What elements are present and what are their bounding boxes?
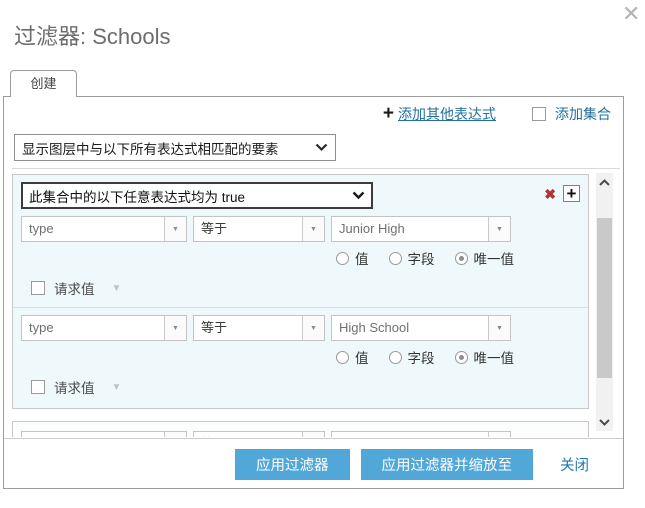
expression-box: category ▼ 等于 ▼ Private ▼ ✖ 值 字段 — [12, 421, 589, 437]
scroll-down-icon[interactable] — [596, 413, 613, 431]
scroll-up-icon[interactable] — [596, 173, 613, 191]
radio-circle-selected — [454, 350, 468, 364]
content-divider — [12, 168, 620, 169]
field-value: category — [22, 432, 164, 437]
operator-select[interactable]: 等于 ▼ — [193, 431, 325, 437]
expand-arrow-icon[interactable]: ▼ — [112, 283, 122, 294]
close-icon[interactable]: ✕ — [622, 2, 640, 26]
add-expression-to-set-icon[interactable]: + — [563, 185, 580, 202]
value-mode-radios: 值 字段 唯一值 — [336, 248, 580, 268]
radio-field[interactable]: 字段 — [388, 347, 435, 367]
expression-divider — [13, 307, 588, 308]
delete-set-icon[interactable]: ✖ — [544, 187, 556, 201]
expression-row: type ▼ 等于 ▼ Junior High ▼ — [21, 216, 580, 242]
expand-arrow-icon[interactable]: ▼ — [112, 382, 122, 393]
ask-for-values-row: 请求值 ▼ — [31, 278, 580, 298]
plus-icon: + — [566, 184, 577, 203]
vertical-scrollbar[interactable] — [596, 173, 613, 431]
field-select[interactable]: type ▼ — [21, 216, 187, 242]
value-select[interactable]: High School ▼ — [331, 315, 511, 341]
ask-for-values-label: 请求值 — [54, 381, 95, 396]
radio-unique-label: 唯一值 — [473, 351, 515, 366]
ask-for-values-label: 请求值 — [54, 282, 95, 297]
add-expression-label: 添加其他表达式 — [398, 106, 496, 122]
value-select[interactable]: Junior High ▼ — [331, 216, 511, 242]
expression-row: type ▼ 等于 ▼ High School ▼ — [21, 315, 580, 341]
value-value: Private — [332, 432, 488, 437]
close-link[interactable]: 关闭 — [560, 454, 589, 475]
operator-select[interactable]: 等于 ▼ — [193, 315, 325, 341]
field-value: type — [29, 320, 54, 335]
operator-select[interactable]: 等于 ▼ — [193, 216, 325, 242]
radio-field-label: 字段 — [407, 351, 435, 366]
radio-value-label: 值 — [355, 351, 369, 366]
radio-unique[interactable]: 唯一值 — [454, 248, 515, 268]
apply-filter-zoom-button[interactable]: 应用过滤器并缩放至 — [360, 448, 533, 480]
radio-circle — [336, 350, 349, 364]
add-expression-link[interactable]: + 添加其他表达式 — [383, 104, 496, 124]
set-header: 此集合中的以下任意表达式均为 true ✖ + — [21, 182, 580, 209]
match-mode-value: 显示图层中与以下所有表达式相匹配的要素 — [22, 141, 279, 157]
set-actions: ✖ + — [544, 185, 580, 202]
radio-field[interactable]: 字段 — [388, 248, 435, 268]
plus-icon: + — [382, 103, 394, 124]
chevron-down-icon — [352, 191, 365, 200]
combo-arrow-icon: ▼ — [302, 316, 324, 340]
radio-value-label: 值 — [355, 252, 369, 267]
radio-unique[interactable]: 唯一值 — [454, 347, 515, 367]
field-select[interactable]: category ▼ — [21, 431, 187, 437]
filter-dialog: ✕ 过滤器: Schools 创建 + 添加其他表达式 添加集合 显示图层中与以… — [0, 0, 645, 508]
apply-filter-button[interactable]: 应用过滤器 — [235, 448, 350, 480]
value-value: High School — [339, 320, 410, 335]
add-set-checkbox[interactable] — [532, 107, 546, 121]
value-select[interactable]: Private ▼ — [331, 431, 511, 437]
match-mode-select[interactable]: 显示图层中与以下所有表达式相匹配的要素 — [14, 134, 336, 161]
chevron-down-icon — [315, 143, 328, 152]
radio-value[interactable]: 值 — [336, 248, 369, 268]
value-value: Junior High — [339, 221, 405, 236]
tab-create[interactable]: 创建 — [10, 70, 77, 97]
combo-arrow-icon: ▼ — [164, 432, 186, 437]
radio-circle — [388, 251, 402, 265]
expression-toolbar: + 添加其他表达式 添加集合 — [383, 104, 611, 124]
expression-set: 此集合中的以下任意表达式均为 true ✖ + type ▼ 等于 ▼ Juni… — [12, 174, 589, 409]
expressions-scroll-area: 此集合中的以下任意表达式均为 true ✖ + type ▼ 等于 ▼ Juni… — [12, 171, 595, 437]
radio-circle — [336, 251, 349, 265]
radio-circle-selected — [454, 251, 468, 265]
tab-panel: + 添加其他表达式 添加集合 显示图层中与以下所有表达式相匹配的要素 此集合中的… — [3, 96, 624, 489]
field-select[interactable]: type ▼ — [21, 315, 187, 341]
combo-arrow-icon: ▼ — [302, 217, 324, 241]
expression-row: category ▼ 等于 ▼ Private ▼ ✖ — [21, 431, 580, 437]
ask-for-values-checkbox[interactable] — [31, 380, 45, 394]
ask-for-values-checkbox[interactable] — [31, 281, 45, 295]
combo-arrow-icon: ▼ — [488, 432, 510, 437]
operator-value: 等于 — [194, 432, 302, 437]
scrollbar-thumb[interactable] — [597, 218, 612, 378]
radio-value[interactable]: 值 — [336, 347, 369, 367]
combo-arrow-icon: ▼ — [164, 217, 186, 241]
combo-arrow-icon: ▼ — [488, 217, 510, 241]
operator-value: 等于 — [201, 221, 228, 236]
add-set-label: 添加集合 — [555, 106, 611, 122]
add-set-control[interactable]: 添加集合 — [532, 104, 611, 124]
set-operator-value: 此集合中的以下任意表达式均为 true — [29, 189, 246, 205]
dialog-footer: 应用过滤器 应用过滤器并缩放至 关闭 — [4, 439, 623, 489]
combo-arrow-icon: ▼ — [302, 432, 324, 437]
operator-value: 等于 — [201, 320, 228, 335]
value-mode-radios: 值 字段 唯一值 — [336, 347, 580, 367]
radio-field-label: 字段 — [407, 252, 435, 267]
radio-unique-label: 唯一值 — [473, 252, 515, 267]
radio-circle — [388, 350, 402, 364]
ask-for-values-row: 请求值 ▼ — [31, 377, 580, 397]
dialog-title: 过滤器: Schools — [14, 24, 171, 49]
combo-arrow-icon: ▼ — [164, 316, 186, 340]
set-operator-select[interactable]: 此集合中的以下任意表达式均为 true — [21, 182, 373, 209]
combo-arrow-icon: ▼ — [488, 316, 510, 340]
tab-create-label: 创建 — [30, 76, 57, 91]
field-value: type — [29, 221, 54, 236]
